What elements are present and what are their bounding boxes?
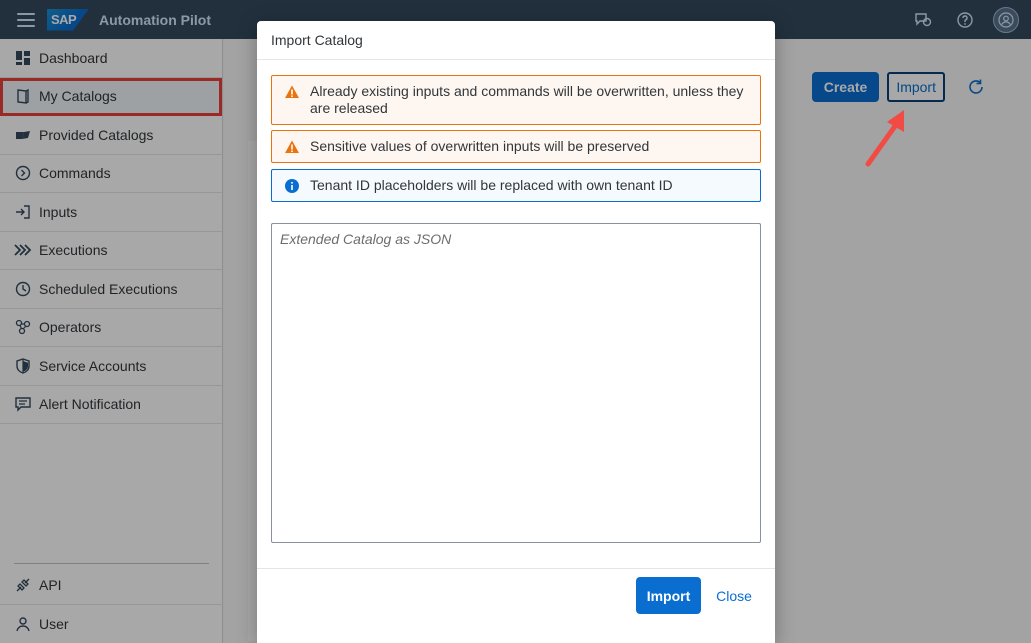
dialog-footer: Import Close — [257, 568, 775, 643]
warning-icon — [285, 85, 299, 98]
dialog-import-button[interactable]: Import — [636, 577, 701, 614]
warning-icon — [285, 140, 299, 153]
message-text: Sensitive values of overwritten inputs w… — [310, 138, 650, 154]
dialog-title: Import Catalog — [257, 21, 775, 60]
information-message-strip: Tenant ID placeholders will be replaced … — [271, 169, 761, 202]
warning-message-strip: Sensitive values of overwritten inputs w… — [271, 130, 761, 163]
arrow-annotation-icon — [865, 110, 904, 167]
catalog-json-textarea[interactable]: Extended Catalog as JSON — [271, 223, 761, 543]
import-catalog-dialog: Import Catalog Already existing inputs a… — [257, 21, 775, 643]
dialog-close-button[interactable]: Close — [709, 577, 759, 614]
information-icon — [285, 179, 299, 193]
message-text: Already existing inputs and commands wil… — [310, 83, 744, 116]
message-text: Tenant ID placeholders will be replaced … — [310, 177, 673, 193]
warning-message-strip: Already existing inputs and commands wil… — [271, 75, 761, 125]
